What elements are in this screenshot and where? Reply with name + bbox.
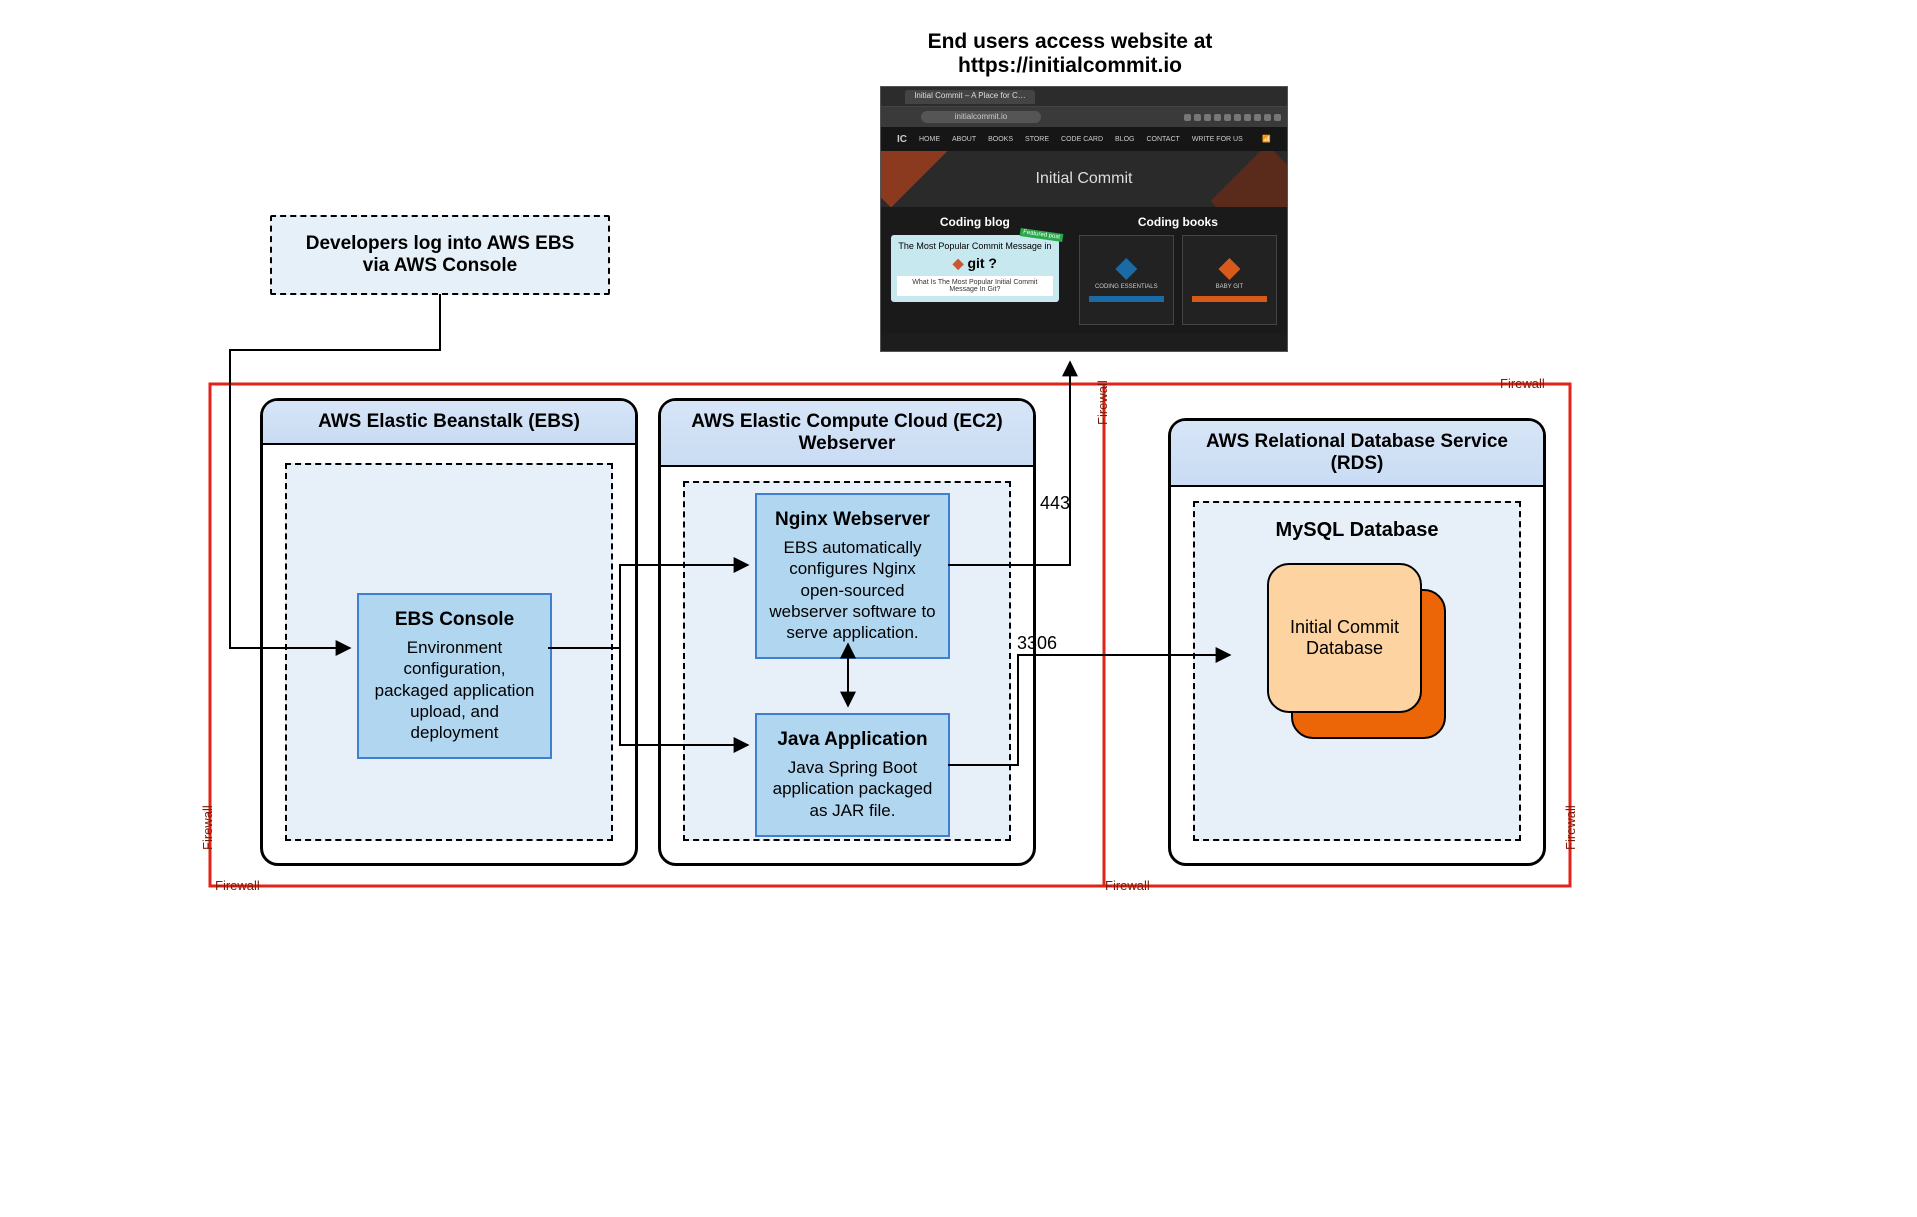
caption-line1: End users access website at	[920, 30, 1220, 54]
site-sections: Coding blog Featured post The Most Popul…	[881, 207, 1287, 333]
books-heading: Coding books	[1079, 215, 1277, 229]
site-hero: Initial Commit	[881, 151, 1287, 207]
panel-ebs-inner: EBS Console Environment configuration, p…	[285, 463, 613, 841]
firewall-label-left-b: Firewall	[215, 878, 260, 893]
panel-ebs: AWS Elastic Beanstalk (EBS) EBS Console …	[260, 398, 638, 866]
firewall-label-mid-b: Firewall	[1105, 878, 1150, 893]
blog-card: Featured post The Most Popular Commit Me…	[891, 235, 1059, 302]
ebs-console-box: EBS Console Environment configuration, p…	[357, 593, 552, 759]
panel-ebs-title: AWS Elastic Beanstalk (EBS)	[263, 401, 635, 445]
blog-section: Coding blog Featured post The Most Popul…	[881, 207, 1069, 333]
database-icon-front: Initial Commit Database	[1267, 563, 1422, 713]
nginx-desc: EBS automatically configures Nginx open-…	[769, 538, 935, 642]
java-box: Java Application Java Spring Boot applic…	[755, 713, 950, 837]
blog-heading: Coding blog	[891, 215, 1059, 229]
browser-extension-icons	[1184, 114, 1281, 121]
ebs-console-title: EBS Console	[369, 609, 540, 631]
browser-tab: Initial Commit – A Place for C…	[905, 90, 1035, 104]
developers-note: Developers log into AWS EBS via AWS Cons…	[270, 215, 610, 295]
books-row: CODING ESSENTIALS BABY GIT	[1079, 235, 1277, 325]
site-nav: IC HOME ABOUT BOOKS STORE CODE CARD BLOG…	[881, 127, 1287, 151]
firewall-label-left-v: Firewall	[200, 805, 215, 850]
panel-ec2-title: AWS Elastic Compute Cloud (EC2) Webserve…	[661, 401, 1033, 467]
port-443: 443	[1040, 493, 1070, 514]
book-coding-essentials: CODING ESSENTIALS	[1079, 235, 1174, 325]
firewall-label-mid-v: Firewall	[1095, 380, 1110, 425]
browser-tabbar: Initial Commit – A Place for C…	[881, 87, 1287, 107]
dev-note-l2: via AWS Console	[284, 255, 596, 277]
browser-url: initialcommit.io	[921, 111, 1041, 123]
firewall-label-top: Firewall	[1500, 376, 1545, 391]
book-baby-git: BABY GIT	[1182, 235, 1277, 325]
nginx-title: Nginx Webserver	[767, 509, 938, 531]
firewall-label-right-v: Firewall	[1563, 805, 1578, 850]
caption-line2: https://initialcommit.io	[920, 54, 1220, 78]
architecture-diagram: End users access website at https://init…	[200, 30, 1715, 910]
java-desc: Java Spring Boot application packaged as…	[773, 758, 933, 820]
blog-card-subtitle: What Is The Most Popular Initial Commit …	[897, 276, 1053, 296]
git-logo-text: ◆ git ?	[897, 255, 1053, 272]
panel-rds-inner: MySQL Database Initial Commit Database	[1193, 501, 1521, 841]
hero-title: Initial Commit	[1036, 170, 1133, 188]
database-name: Initial Commit Database	[1269, 617, 1420, 659]
panel-ec2-inner: Nginx Webserver EBS automatically config…	[683, 481, 1011, 841]
website-screenshot: Initial Commit – A Place for C… initialc…	[880, 86, 1288, 352]
java-title: Java Application	[767, 729, 938, 751]
blog-card-title: The Most Popular Commit Message in	[897, 241, 1053, 251]
panel-rds-title: AWS Relational Database Service (RDS)	[1171, 421, 1543, 487]
ebs-console-desc: Environment configuration, packaged appl…	[375, 638, 535, 742]
port-3306: 3306	[1017, 633, 1057, 654]
panel-ec2: AWS Elastic Compute Cloud (EC2) Webserve…	[658, 398, 1036, 866]
browser-urlbar: initialcommit.io	[881, 107, 1287, 127]
caption: End users access website at https://init…	[920, 30, 1220, 78]
panel-rds: AWS Relational Database Service (RDS) My…	[1168, 418, 1546, 866]
featured-badge: Featured post	[1019, 228, 1063, 242]
nginx-box: Nginx Webserver EBS automatically config…	[755, 493, 950, 659]
dev-note-l1: Developers log into AWS EBS	[284, 233, 596, 255]
books-section: Coding books CODING ESSENTIALS BABY GIT	[1069, 207, 1287, 333]
mysql-label: MySQL Database	[1195, 519, 1519, 542]
